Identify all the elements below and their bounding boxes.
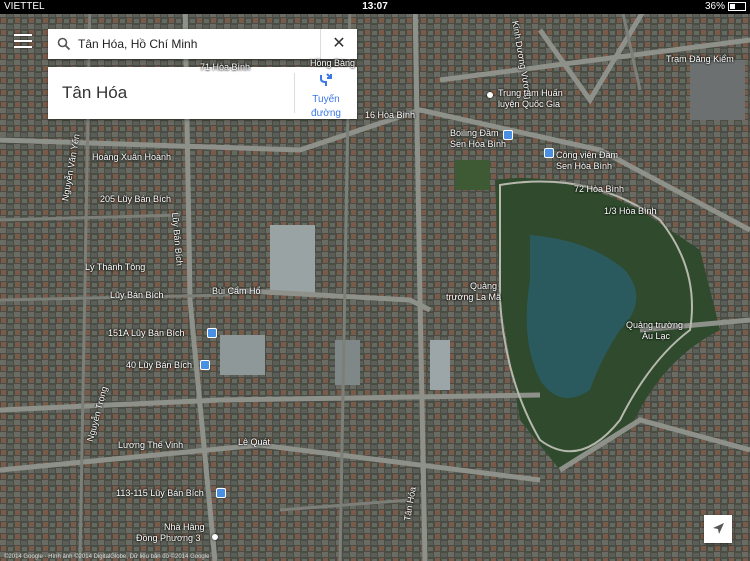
map-label: Đồng Phương 3 bbox=[136, 533, 201, 543]
close-icon[interactable]: ✕ bbox=[320, 29, 357, 59]
map-label: Công viên Đầm bbox=[556, 150, 619, 160]
map-label: 72 Hòa Bình bbox=[574, 184, 625, 194]
clock: 13:07 bbox=[362, 1, 388, 12]
map-label: 1/3 Hòa Bình bbox=[604, 206, 657, 216]
directions-icon bbox=[320, 73, 332, 86]
map-label: Bùi Cẩm Hổ bbox=[212, 286, 261, 296]
map-label: Trạm Đăng Kiểm bbox=[666, 54, 734, 64]
status-bar: VIETTEL 13:07 36% bbox=[0, 0, 750, 14]
battery-icon bbox=[728, 1, 746, 11]
poi-icon[interactable] bbox=[200, 360, 210, 370]
map-label: 16 Hòa Bình bbox=[365, 110, 416, 120]
directions-label-2: đường bbox=[311, 108, 341, 119]
battery-percent: 36% bbox=[704, 1, 725, 12]
map-label: 205 Lũy Bán Bích bbox=[100, 194, 172, 204]
map-label: Âu Lạc bbox=[642, 331, 671, 341]
poi-icon[interactable] bbox=[216, 488, 226, 498]
poi-icon[interactable] bbox=[544, 148, 554, 158]
map-label: Quảng bbox=[470, 281, 498, 291]
map-label: 113-115 Lũy Bán Bích bbox=[116, 488, 204, 498]
map-label: Hoàng Xuân Hoành bbox=[92, 152, 172, 162]
restaurant-marker[interactable] bbox=[212, 534, 218, 540]
search-icon bbox=[57, 37, 71, 51]
search-query[interactable]: Tân Hóa, Hồ Chí Minh bbox=[78, 29, 197, 59]
map-label: Boiling Đầm bbox=[450, 128, 499, 138]
poi-marker[interactable] bbox=[487, 92, 493, 98]
map-label: Lũy Bán Bích bbox=[110, 290, 164, 300]
map-label: Nhà Hàng bbox=[164, 522, 205, 532]
place-card[interactable]: Tân Hóa Tuyến đường bbox=[48, 67, 357, 119]
search-box[interactable]: Tân Hóa, Hồ Chí Minh ✕ bbox=[48, 29, 357, 59]
map-copyright: ©2014 Google · Hình ảnh ©2014 DigitalGlo… bbox=[4, 554, 210, 560]
map-label: 71 Hòa Bình bbox=[200, 62, 251, 72]
map-label: Trung tâm Huấn bbox=[498, 88, 563, 98]
map-label: 40 Lũy Bán Bích bbox=[126, 360, 193, 370]
battery-status: 36% bbox=[705, 0, 746, 14]
map-label: Quảng trường bbox=[626, 320, 683, 330]
map-label: Lương Thế Vinh bbox=[118, 440, 184, 450]
directions-label-1: Tuyến bbox=[312, 94, 340, 105]
map-label: Lê Quát bbox=[238, 437, 271, 447]
map-label: Hồng Bàng bbox=[310, 58, 356, 68]
location-button[interactable] bbox=[704, 515, 732, 543]
map-label: luyện Quốc Gia bbox=[498, 99, 561, 109]
poi-icon[interactable] bbox=[207, 328, 217, 338]
menu-icon[interactable] bbox=[14, 34, 32, 52]
map-label: 151A Lũy Bán Bích bbox=[108, 328, 185, 338]
directions-button[interactable]: Tuyến đường bbox=[294, 73, 357, 119]
map-label: trường La Mã bbox=[446, 292, 501, 302]
location-arrow-icon bbox=[713, 523, 724, 534]
poi-icon[interactable] bbox=[503, 130, 513, 140]
place-name: Tân Hóa bbox=[62, 83, 128, 102]
map-label: Sen Hòa Bình bbox=[556, 161, 613, 171]
map-label: Sen Hòa Bình bbox=[450, 139, 507, 149]
map-label: Lý Thánh Tông bbox=[85, 262, 146, 272]
